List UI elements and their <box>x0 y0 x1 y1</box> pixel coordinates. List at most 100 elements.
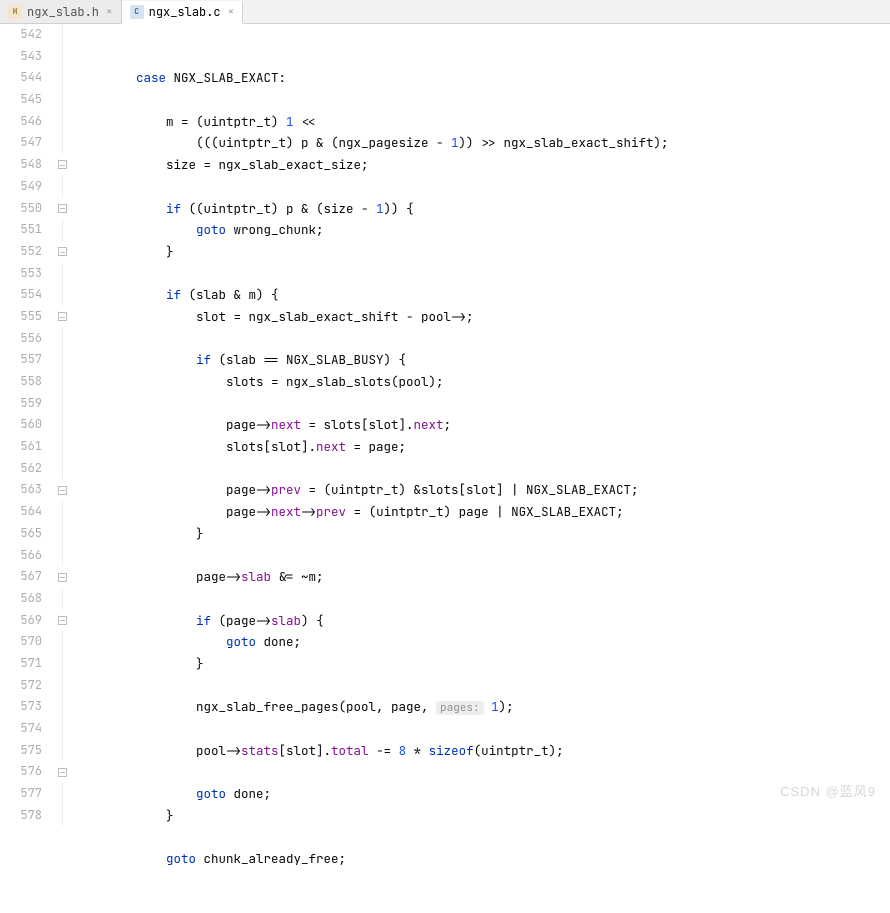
fold-gutter-row <box>52 284 72 306</box>
line-number: 543 <box>0 46 42 68</box>
close-icon[interactable]: × <box>228 5 235 19</box>
line-number: 573 <box>0 696 42 718</box>
code-line[interactable] <box>76 545 890 567</box>
fold-gutter-row <box>52 111 72 133</box>
code-line[interactable]: goto chunk_already_free; <box>76 848 890 870</box>
fold-gutter-row <box>52 328 72 350</box>
tab-ngx-slab-c[interactable]: C ngx_slab.c × <box>122 1 244 24</box>
fold-gutter-row <box>52 545 72 567</box>
fold-gutter-row <box>52 306 72 328</box>
fold-gutter-row <box>52 458 72 480</box>
fold-gutter-row <box>52 740 72 762</box>
line-number: 577 <box>0 783 42 805</box>
line-number: 557 <box>0 349 42 371</box>
fold-toggle-icon[interactable] <box>58 312 67 321</box>
fold-gutter-row <box>52 631 72 653</box>
line-number: 546 <box>0 111 42 133</box>
fold-gutter-row <box>52 718 72 740</box>
fold-toggle-icon[interactable] <box>58 616 67 625</box>
code-line[interactable]: } <box>76 805 890 827</box>
line-number-gutter: 5425435445455465475485495505515525535545… <box>0 24 52 809</box>
fold-gutter-row <box>52 805 72 827</box>
line-number: 576 <box>0 761 42 783</box>
fold-gutter-row <box>52 588 72 610</box>
code-line[interactable] <box>76 393 890 415</box>
fold-toggle-icon[interactable] <box>58 204 67 213</box>
line-number: 575 <box>0 740 42 762</box>
fold-gutter-row <box>52 198 72 220</box>
code-line[interactable] <box>76 176 890 198</box>
code-line[interactable]: if (page->slab) { <box>76 610 890 632</box>
code-line[interactable]: ngx_slab_free_pages(pool, page, pages: 1… <box>76 696 890 718</box>
line-number: 545 <box>0 89 42 111</box>
line-number: 566 <box>0 545 42 567</box>
code-line[interactable] <box>76 89 890 111</box>
fold-gutter-row <box>52 696 72 718</box>
tab-ngx-slab-h[interactable]: H ngx_slab.h × <box>0 0 122 23</box>
line-number: 578 <box>0 805 42 827</box>
fold-gutter-row <box>52 653 72 675</box>
code-line[interactable] <box>76 588 890 610</box>
fold-gutter-row <box>52 783 72 805</box>
line-number: 544 <box>0 67 42 89</box>
fold-toggle-icon[interactable] <box>58 768 67 777</box>
fold-toggle-icon[interactable] <box>58 247 67 256</box>
code-line[interactable]: goto done; <box>76 631 890 653</box>
fold-gutter-row <box>52 154 72 176</box>
tab-label: ngx_slab.h <box>27 4 99 20</box>
editor-tabs: H ngx_slab.h × C ngx_slab.c × <box>0 0 890 24</box>
fold-gutter-row <box>52 263 72 285</box>
line-number: 563 <box>0 479 42 501</box>
code-line[interactable] <box>76 328 890 350</box>
code-line[interactable]: slots[slot].next = page; <box>76 436 890 458</box>
close-icon[interactable]: × <box>106 5 113 19</box>
fold-toggle-icon[interactable] <box>58 486 67 495</box>
fold-gutter-row <box>52 414 72 436</box>
code-line[interactable] <box>76 718 890 740</box>
code-line[interactable]: } <box>76 653 890 675</box>
code-line[interactable] <box>76 826 890 848</box>
code-line[interactable]: page->prev = (uintptr_t) &slots[slot] | … <box>76 479 890 501</box>
line-number: 564 <box>0 501 42 523</box>
line-number: 559 <box>0 393 42 415</box>
line-number: 568 <box>0 588 42 610</box>
line-number: 560 <box>0 414 42 436</box>
code-line[interactable]: } <box>76 523 890 545</box>
code-line[interactable]: slot = ngx_slab_exact_shift - pool->; <box>76 306 890 328</box>
line-number: 556 <box>0 328 42 350</box>
code-line[interactable]: pool->stats[slot].total -= 8 * sizeof(ui… <box>76 740 890 762</box>
fold-toggle-icon[interactable] <box>58 573 67 582</box>
fold-gutter-row <box>52 371 72 393</box>
code-line[interactable] <box>76 761 890 783</box>
fold-gutter-row <box>52 67 72 89</box>
code-line[interactable]: size = ngx_slab_exact_size; <box>76 154 890 176</box>
code-line[interactable]: page->next = slots[slot].next; <box>76 414 890 436</box>
line-number: 550 <box>0 198 42 220</box>
code-editor[interactable]: 5425435445455465475485495505515525535545… <box>0 24 890 809</box>
line-number: 552 <box>0 241 42 263</box>
line-number: 547 <box>0 132 42 154</box>
line-number: 561 <box>0 436 42 458</box>
code-line[interactable] <box>76 675 890 697</box>
code-line[interactable]: goto done; <box>76 783 890 805</box>
code-line[interactable]: slots = ngx_slab_slots(pool); <box>76 371 890 393</box>
code-line[interactable] <box>76 458 890 480</box>
code-area[interactable]: case NGX_SLAB_EXACT: m = (uintptr_t) 1 <… <box>72 24 890 809</box>
code-line[interactable]: if (slab == NGX_SLAB_BUSY) { <box>76 349 890 371</box>
code-line[interactable]: if (slab & m) { <box>76 284 890 306</box>
line-number: 571 <box>0 653 42 675</box>
line-number: 555 <box>0 306 42 328</box>
code-line[interactable]: page->next->prev = (uintptr_t) page | NG… <box>76 501 890 523</box>
code-line[interactable]: page->slab &= ~m; <box>76 566 890 588</box>
code-line[interactable]: case NGX_SLAB_EXACT: <box>76 67 890 89</box>
code-line[interactable]: goto wrong_chunk; <box>76 219 890 241</box>
line-number: 548 <box>0 154 42 176</box>
code-line[interactable]: } <box>76 241 890 263</box>
fold-toggle-icon[interactable] <box>58 160 67 169</box>
code-line[interactable] <box>76 263 890 285</box>
code-line[interactable]: (((uintptr_t) p & (ngx_pagesize - 1)) >>… <box>76 132 890 154</box>
code-line[interactable]: m = (uintptr_t) 1 << <box>76 111 890 133</box>
code-line[interactable]: if ((uintptr_t) p & (size - 1)) { <box>76 198 890 220</box>
line-number: 553 <box>0 263 42 285</box>
fold-gutter-row <box>52 46 72 68</box>
